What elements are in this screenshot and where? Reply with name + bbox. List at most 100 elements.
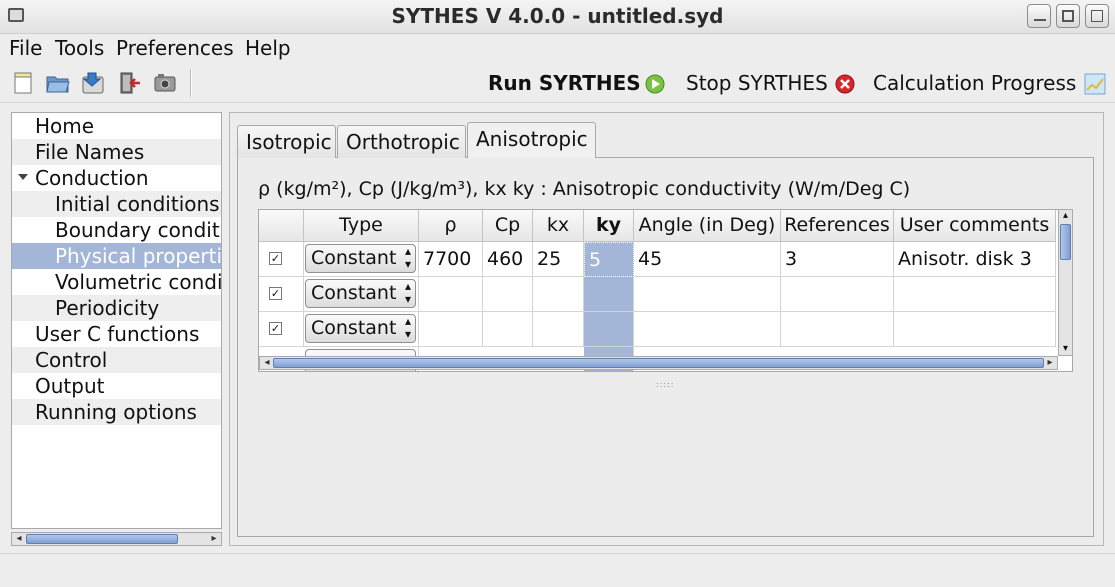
row-checkbox[interactable]: ✓ xyxy=(269,287,282,300)
type-combobox-value: Constant xyxy=(311,317,397,339)
splitter-handle[interactable]: ::::: xyxy=(656,380,674,389)
kx-cell[interactable] xyxy=(533,277,584,312)
angle-cell[interactable] xyxy=(634,312,781,347)
cp-cell[interactable] xyxy=(483,277,533,312)
type-combobox[interactable]: Constant ▴ ▾ xyxy=(305,244,416,273)
menu-bar: File Tools Preferences Help xyxy=(0,34,1115,62)
table-horizontal-scrollbar[interactable]: ◂ ▸ xyxy=(259,356,1058,370)
menu-help[interactable]: Help xyxy=(245,36,291,60)
rho-cell[interactable]: 7700 xyxy=(419,242,483,277)
column-header-enabled[interactable] xyxy=(259,210,304,242)
scroll-down-icon[interactable]: ▾ xyxy=(1059,343,1072,355)
scroll-left-icon[interactable]: ◂ xyxy=(261,357,273,369)
run-syrthes-button[interactable]: Run SYRTHES xyxy=(488,71,641,95)
tab-orthotropic[interactable]: Orthotropic xyxy=(337,125,466,158)
tree-item-control[interactable]: Control xyxy=(12,347,221,373)
enabled-cell: ✓ xyxy=(259,277,304,312)
expand-arrow-icon[interactable] xyxy=(18,174,28,180)
type-combobox-value: Constant xyxy=(311,247,397,269)
comments-cell[interactable] xyxy=(894,312,1056,347)
minimize-button[interactable] xyxy=(1027,4,1051,28)
calculation-progress-button[interactable]: Calculation Progress xyxy=(873,71,1076,95)
column-header-ky[interactable]: ky xyxy=(584,210,634,242)
tree-item-file-names[interactable]: File Names xyxy=(12,139,221,165)
angle-cell[interactable]: 45 xyxy=(634,242,781,277)
tree-item-output[interactable]: Output xyxy=(12,373,221,399)
progress-chart-icon[interactable] xyxy=(1084,73,1106,95)
maximize-button[interactable] xyxy=(1056,4,1080,28)
row-checkbox[interactable]: ✓ xyxy=(269,252,282,265)
menu-file[interactable]: File xyxy=(9,36,42,60)
run-icon[interactable] xyxy=(645,74,665,94)
column-header-user-comments[interactable]: User comments xyxy=(894,210,1056,242)
rho-cell[interactable] xyxy=(419,277,483,312)
ky-cell[interactable] xyxy=(584,277,634,312)
tree-item-periodicity[interactable]: Periodicity xyxy=(12,295,221,321)
scroll-thumb[interactable] xyxy=(1060,224,1071,260)
window-title: SYTHES V 4.0.0 - untitled.syd xyxy=(391,4,724,28)
column-header-references[interactable]: References xyxy=(781,210,894,242)
type-combobox[interactable]: Constant ▴ ▾ xyxy=(305,314,416,343)
status-bar xyxy=(0,553,1115,587)
new-file-icon[interactable] xyxy=(11,71,37,95)
comments-cell[interactable] xyxy=(894,277,1056,312)
tree-item-home[interactable]: Home xyxy=(12,113,221,139)
references-cell[interactable] xyxy=(781,277,894,312)
kx-cell[interactable]: 25 xyxy=(533,242,584,277)
spin-arrows-icon: ▴ ▾ xyxy=(404,314,411,341)
tree-item-volumetric-conditions[interactable]: Volumetric conditions xyxy=(12,269,221,295)
save-icon[interactable] xyxy=(80,71,106,95)
scroll-up-icon[interactable]: ▴ xyxy=(1059,210,1072,222)
tab-anisotropic[interactable]: Anisotropic xyxy=(467,122,596,158)
stop-icon[interactable] xyxy=(835,74,855,94)
type-cell: Constant ▴ ▾ xyxy=(304,277,419,312)
spin-arrows-icon: ▴ ▾ xyxy=(404,244,411,271)
stop-syrthes-button[interactable]: Stop SYRTHES xyxy=(686,71,828,95)
references-cell[interactable]: 3 xyxy=(781,242,894,277)
tree-item-boundary-conditions[interactable]: Boundary conditions xyxy=(12,217,221,243)
cp-cell[interactable] xyxy=(483,312,533,347)
column-header-kx[interactable]: kx xyxy=(533,210,584,242)
toolbar-separator xyxy=(190,69,192,97)
rho-cell[interactable] xyxy=(419,312,483,347)
units-hint: ρ (kg/m²), Cp (J/kg/m³), kx ky : Anisotr… xyxy=(258,178,911,200)
exit-icon[interactable] xyxy=(117,71,143,95)
scroll-thumb[interactable] xyxy=(273,358,1044,368)
comments-cell[interactable]: Anisotr. disk 3 xyxy=(894,242,1056,277)
tree-item-physical-properties[interactable]: Physical properties xyxy=(12,243,221,269)
ky-cell[interactable] xyxy=(584,312,634,347)
column-header-rho[interactable]: ρ xyxy=(419,210,483,242)
references-cell[interactable] xyxy=(781,312,894,347)
tree-item-initial-conditions[interactable]: Initial conditions xyxy=(12,191,221,217)
spin-arrows-icon: ▴ ▾ xyxy=(404,279,411,306)
tree-item-running-options[interactable]: Running options xyxy=(12,399,221,425)
scroll-right-icon[interactable]: ▸ xyxy=(208,533,220,545)
menu-preferences[interactable]: Preferences xyxy=(116,36,234,60)
type-cell: Constant ▴ ▾ xyxy=(304,242,419,277)
table-vertical-scrollbar[interactable]: ▴ ▾ xyxy=(1058,209,1073,356)
column-header-angle[interactable]: Angle (in Deg) xyxy=(634,210,781,242)
navigation-tree: Home File Names Conduction Initial condi… xyxy=(11,112,222,529)
ky-cell[interactable]: 5 xyxy=(584,242,634,277)
scroll-thumb[interactable] xyxy=(26,534,178,544)
properties-table: Type ρ Cp kx ky Angle (in Deg) Reference… xyxy=(258,209,1073,372)
screenshot-icon[interactable] xyxy=(152,71,178,95)
tree-item-user-c-functions[interactable]: User C functions xyxy=(12,321,221,347)
column-header-type[interactable]: Type xyxy=(304,210,419,242)
tab-isotropic[interactable]: Isotropic xyxy=(237,125,336,158)
menu-tools[interactable]: Tools xyxy=(55,36,104,60)
tree-item-conduction[interactable]: Conduction xyxy=(12,165,221,191)
kx-cell[interactable] xyxy=(533,312,584,347)
row-checkbox[interactable]: ✓ xyxy=(269,322,282,335)
scroll-right-icon[interactable]: ▸ xyxy=(1044,357,1056,369)
close-button[interactable] xyxy=(1085,4,1109,28)
column-header-cp[interactable]: Cp xyxy=(483,210,533,242)
type-combobox[interactable]: Constant ▴ ▾ xyxy=(305,279,416,308)
tree-horizontal-scrollbar[interactable]: ◂ ▸ xyxy=(11,532,222,546)
scroll-left-icon[interactable]: ◂ xyxy=(13,533,25,545)
title-bar: SYTHES V 4.0.0 - untitled.syd xyxy=(0,0,1115,34)
type-cell: Constant ▴ ▾ xyxy=(304,312,419,347)
open-folder-icon[interactable] xyxy=(45,71,71,95)
angle-cell[interactable] xyxy=(634,277,781,312)
cp-cell[interactable]: 460 xyxy=(483,242,533,277)
